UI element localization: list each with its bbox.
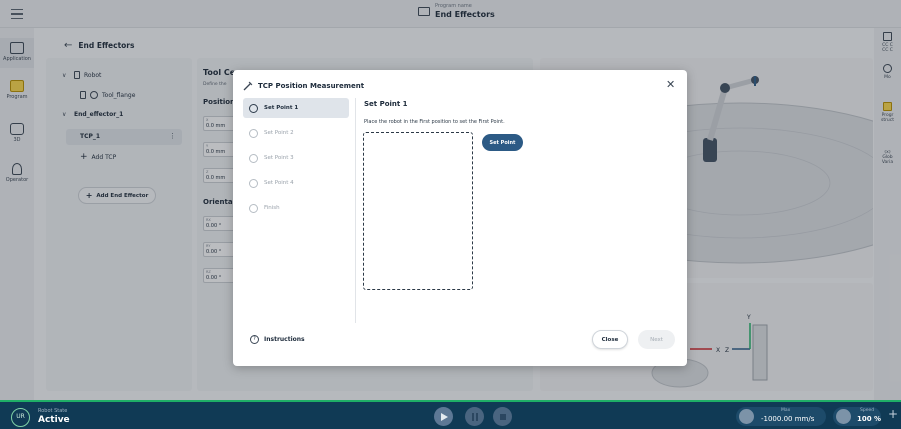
help-circle-icon: ? (250, 335, 259, 344)
play-button[interactable] (434, 407, 453, 426)
step-finish[interactable]: Finish (243, 198, 349, 218)
bottom-status-bar: UR Robot State Active Max -1000.00 mm/s … (0, 400, 901, 429)
step-circle-icon (249, 153, 258, 163)
ur-logo[interactable]: UR (11, 408, 30, 427)
instructions-label: Instructions (264, 336, 305, 343)
step-set-point-3[interactable]: Set Point 3 (243, 148, 349, 168)
robot-state-value: Active (38, 415, 70, 425)
robot-position-placeholder (363, 132, 473, 290)
step-label: Finish (264, 205, 280, 211)
dialog-title: TCP Position Measurement (258, 82, 365, 90)
instructions-link[interactable]: ? Instructions (250, 335, 305, 344)
max-speed-label: Max (781, 408, 791, 413)
close-icon[interactable]: ✕ (666, 78, 675, 91)
speed-plus-icon[interactable]: + (888, 407, 898, 421)
max-speed-value: -1000.00 mm/s (761, 415, 815, 423)
dialog-divider (355, 98, 356, 323)
step-label: Set Point 2 (264, 130, 294, 136)
step-label: Set Point 4 (264, 180, 294, 186)
step-list: Set Point 1 Set Point 2 Set Point 3 Set … (243, 98, 349, 223)
step-circle-icon (249, 103, 258, 113)
step-heading: Set Point 1 (364, 100, 408, 108)
step-set-point-4[interactable]: Set Point 4 (243, 173, 349, 193)
speed-label: Speed (860, 408, 875, 413)
step-description: Place the robot in the First position to… (364, 119, 505, 125)
stop-icon (499, 413, 506, 420)
speed-value: 100 % (857, 415, 882, 423)
play-icon (440, 412, 448, 421)
step-circle-icon (249, 203, 258, 213)
step-label: Set Point 1 (264, 105, 299, 111)
robot-state-label: Robot State (38, 408, 68, 414)
speed-limit-icon (739, 409, 754, 424)
close-button[interactable]: Close (592, 330, 628, 349)
pause-button[interactable] (465, 407, 484, 426)
step-set-point-2[interactable]: Set Point 2 (243, 123, 349, 143)
stop-button[interactable] (493, 407, 512, 426)
measure-wand-icon (243, 81, 253, 91)
step-circle-icon (249, 128, 258, 138)
next-button[interactable]: Next (638, 330, 675, 349)
step-circle-icon (249, 178, 258, 188)
pause-icon (471, 412, 478, 421)
set-point-button[interactable]: Set Point (482, 134, 523, 151)
step-set-point-1[interactable]: Set Point 1 (243, 98, 349, 118)
step-label: Set Point 3 (264, 155, 294, 161)
dialog-header: TCP Position Measurement (243, 81, 364, 91)
tcp-position-measurement-dialog: TCP Position Measurement ✕ Set Point 1 S… (233, 70, 687, 366)
speed-minus-icon[interactable] (836, 409, 851, 424)
